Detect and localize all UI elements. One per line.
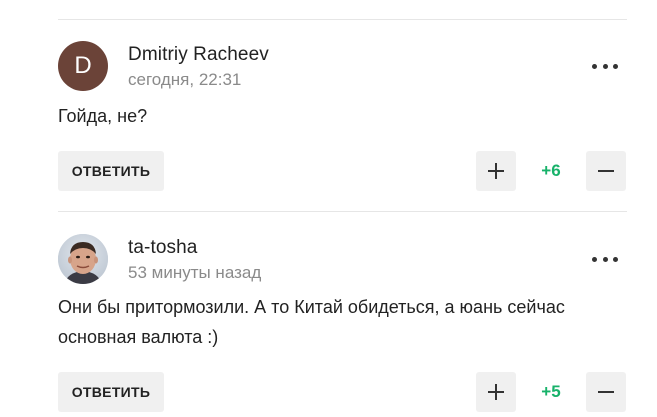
divider [58,211,627,212]
minus-icon [598,391,614,393]
upvote-button[interactable] [476,151,516,191]
vote-score: +6 [541,161,561,180]
plus-icon [488,384,504,400]
more-options-icon[interactable] [592,59,618,73]
comment-time: сегодня, 22:31 [128,70,242,89]
avatar[interactable]: D [58,41,108,91]
comment-author[interactable]: Dmitriy Racheev [128,44,269,66]
reply-button[interactable]: ОТВЕТИТЬ [58,372,164,412]
minus-icon [598,170,614,172]
comment-text: Гойда, не? [58,106,148,126]
more-options-icon[interactable] [592,252,618,266]
downvote-button[interactable] [586,372,626,412]
reply-button[interactable]: ОТВЕТИТЬ [58,151,164,191]
comment-author[interactable]: ta-tosha [128,237,197,259]
vote-score: +5 [541,382,561,401]
downvote-button[interactable] [586,151,626,191]
comment-time: 53 минуты назад [128,263,262,282]
avatar-letter: D [74,52,92,79]
plus-icon [488,163,504,179]
avatar-photo-icon [58,234,108,284]
comment-text: Они бы притормозили. А то Китай обидетьс… [58,297,565,347]
avatar[interactable] [58,234,108,284]
upvote-button[interactable] [476,372,516,412]
divider-top [58,19,627,20]
